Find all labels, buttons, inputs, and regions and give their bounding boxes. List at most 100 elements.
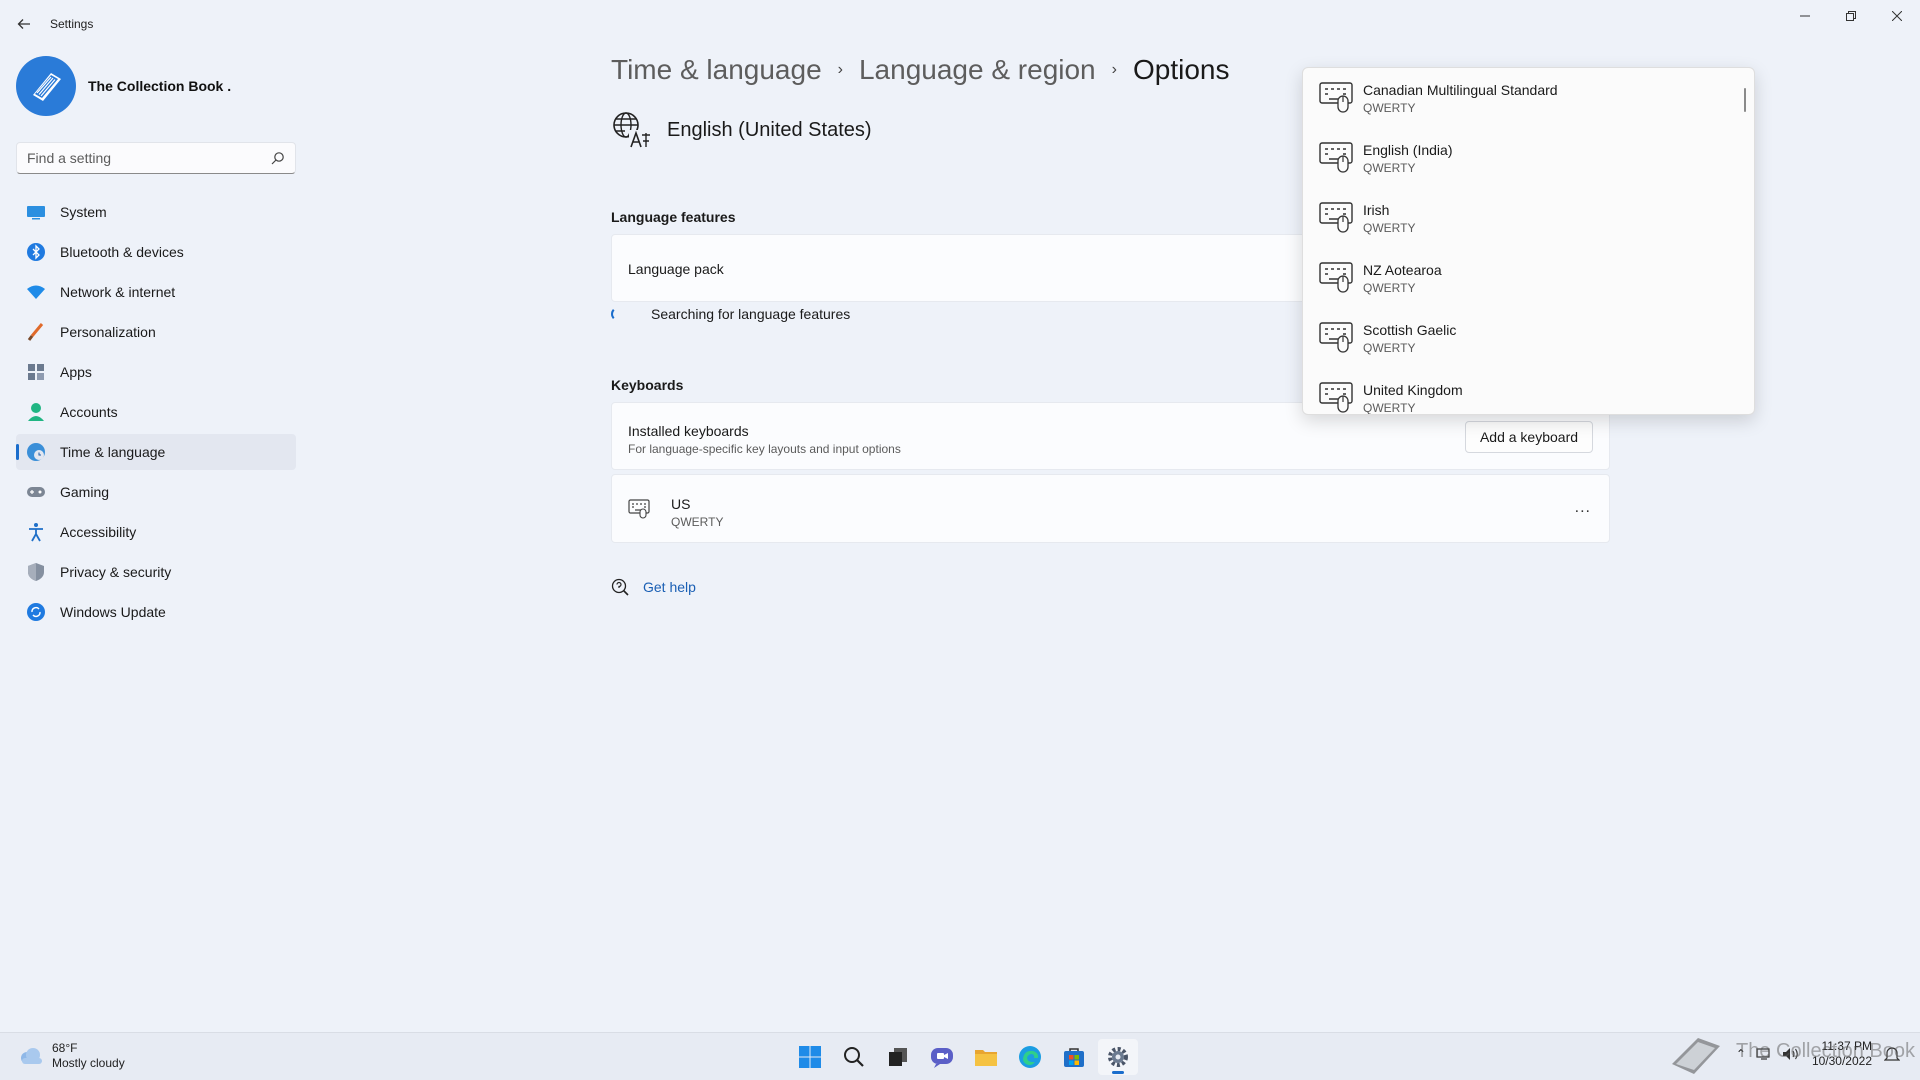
language-features-status: Searching for language features [611, 306, 850, 322]
search-input[interactable] [27, 143, 257, 173]
sidebar-nav: System Bluetooth & devices Network & int… [16, 194, 296, 634]
taskbar-chat[interactable] [922, 1039, 962, 1075]
profile-name: The Collection Book . [88, 78, 232, 94]
taskbar-start[interactable] [790, 1039, 830, 1075]
language-header: English (United States) [611, 110, 872, 150]
spinner-icon [611, 307, 625, 321]
add-keyboard-button[interactable]: Add a keyboard [1465, 421, 1593, 453]
sidebar-item-accounts[interactable]: Accounts [16, 394, 296, 430]
sidebar-item-label: Apps [60, 364, 92, 380]
flyout-item-name: NZ Aotearoa [1363, 262, 1442, 278]
sidebar-item-label: Accessibility [60, 524, 137, 540]
flyout-item[interactable]: United Kingdom QWERTY [1303, 368, 1754, 415]
sidebar-item-label: Gaming [60, 484, 110, 500]
book-watermark-icon [1672, 1038, 1720, 1074]
sidebar-item-time-language[interactable]: Time & language [16, 434, 296, 470]
taskbar-store[interactable] [1054, 1039, 1094, 1075]
installed-keyboards-title: Installed keyboards [628, 423, 749, 439]
breadcrumb: Time & language › Language & region › Op… [611, 54, 1229, 86]
monitor-icon [26, 202, 46, 222]
sidebar-item-label: Privacy & security [60, 564, 172, 580]
weather-temp: 68°F [52, 1041, 78, 1055]
flyout-item-layout: QWERTY [1363, 281, 1416, 295]
taskbar-edge[interactable] [1010, 1039, 1050, 1075]
apps-icon [26, 362, 46, 382]
taskbar-apps [790, 1039, 1142, 1075]
shield-icon [26, 562, 46, 582]
flyout-item-name: Irish [1363, 202, 1390, 218]
search-icon [271, 152, 284, 165]
minimize-button[interactable] [1782, 0, 1828, 32]
sidebar-item-privacy[interactable]: Privacy & security [16, 554, 296, 590]
keyboard-icon [1319, 322, 1353, 353]
sidebar-item-label: Bluetooth & devices [60, 244, 184, 260]
language-icon [613, 112, 650, 148]
taskbar-task-view[interactable] [878, 1039, 918, 1075]
weather-desc: Mostly cloudy [52, 1056, 125, 1070]
weather-widget[interactable]: 68°F Mostly cloudy [18, 1041, 125, 1071]
watermark-text: The Collection Book [1736, 1040, 1915, 1062]
taskbar-file-explorer[interactable] [966, 1039, 1006, 1075]
search-box[interactable] [16, 142, 296, 174]
keyboard-row-us: US QWERTY ... [611, 474, 1610, 543]
restore-button[interactable] [1828, 0, 1874, 32]
close-button[interactable] [1874, 0, 1920, 32]
user-profile[interactable]: The Collection Book . [16, 56, 231, 116]
sidebar-item-label: Accounts [60, 404, 118, 420]
breadcrumb-language-region[interactable]: Language & region [859, 54, 1096, 86]
flyout-item-layout: QWERTY [1363, 401, 1416, 415]
taskbar: 68°F Mostly cloudy ⌃ 11:37 PM 10/30/2022 [0, 1032, 1920, 1080]
sidebar-item-bluetooth[interactable]: Bluetooth & devices [16, 234, 296, 270]
status-text: Searching for language features [651, 306, 851, 322]
keyboard-name: US [671, 496, 691, 512]
bluetooth-icon [26, 242, 46, 262]
person-icon [26, 402, 46, 422]
keyboard-icon [1319, 382, 1353, 413]
sidebar-item-personalization[interactable]: Personalization [16, 314, 296, 350]
sidebar-item-label: Network & internet [60, 284, 176, 300]
brush-icon [26, 322, 46, 342]
get-help[interactable]: Get help [611, 578, 696, 596]
cloud-icon [21, 1048, 42, 1064]
keyboard-layout: QWERTY [671, 515, 724, 529]
taskbar-search[interactable] [834, 1039, 874, 1075]
keyboard-icon [1319, 142, 1353, 173]
task-view-icon [889, 1048, 907, 1066]
keyboard-icon [1319, 202, 1353, 233]
book-logo-icon [33, 73, 61, 101]
gamepad-icon [26, 482, 46, 502]
store-icon [1064, 1048, 1084, 1067]
flyout-item[interactable]: Scottish Gaelic QWERTY [1303, 308, 1754, 368]
chat-icon [931, 1048, 953, 1068]
title-bar: Settings [0, 0, 1920, 48]
flyout-item-name: United Kingdom [1363, 382, 1463, 398]
flyout-scrollbar[interactable] [1744, 88, 1746, 112]
sidebar-item-accessibility[interactable]: Accessibility [16, 514, 296, 550]
flyout-item[interactable]: NZ Aotearoa QWERTY [1303, 248, 1754, 308]
sidebar-item-apps[interactable]: Apps [16, 354, 296, 390]
flyout-item[interactable]: English (India) QWERTY [1303, 128, 1754, 188]
flyout-item-layout: QWERTY [1363, 161, 1416, 175]
keyboard-icon [1319, 262, 1353, 293]
sidebar-item-label: Personalization [60, 324, 156, 340]
sidebar-item-system[interactable]: System [16, 194, 296, 230]
settings-window: Settings The Collection Book . Find a se… [0, 0, 1920, 1032]
window-controls [1782, 0, 1920, 32]
flyout-item[interactable]: Canadian Multilingual Standard QWERTY [1303, 68, 1754, 128]
flyout-item-name: English (India) [1363, 142, 1453, 158]
sidebar-item-windows-update[interactable]: Windows Update [16, 594, 296, 630]
page-title: Options [1132, 54, 1230, 85]
flyout-item-layout: QWERTY [1363, 221, 1416, 235]
back-button[interactable] [12, 12, 36, 36]
file-explorer-icon [975, 1050, 997, 1066]
flyout-item[interactable]: Irish QWERTY [1303, 188, 1754, 248]
settings-icon [1108, 1047, 1128, 1067]
breadcrumb-time-language[interactable]: Time & language [611, 54, 822, 86]
sidebar-item-label: System [60, 204, 107, 220]
taskbar-settings[interactable] [1098, 1039, 1138, 1075]
sidebar-item-gaming[interactable]: Gaming [16, 474, 296, 510]
sidebar-item-network[interactable]: Network & internet [16, 274, 296, 310]
globe-clock-icon [26, 442, 46, 462]
get-help-link[interactable]: Get help [643, 579, 696, 595]
more-options-button[interactable]: ... [1575, 499, 1591, 517]
